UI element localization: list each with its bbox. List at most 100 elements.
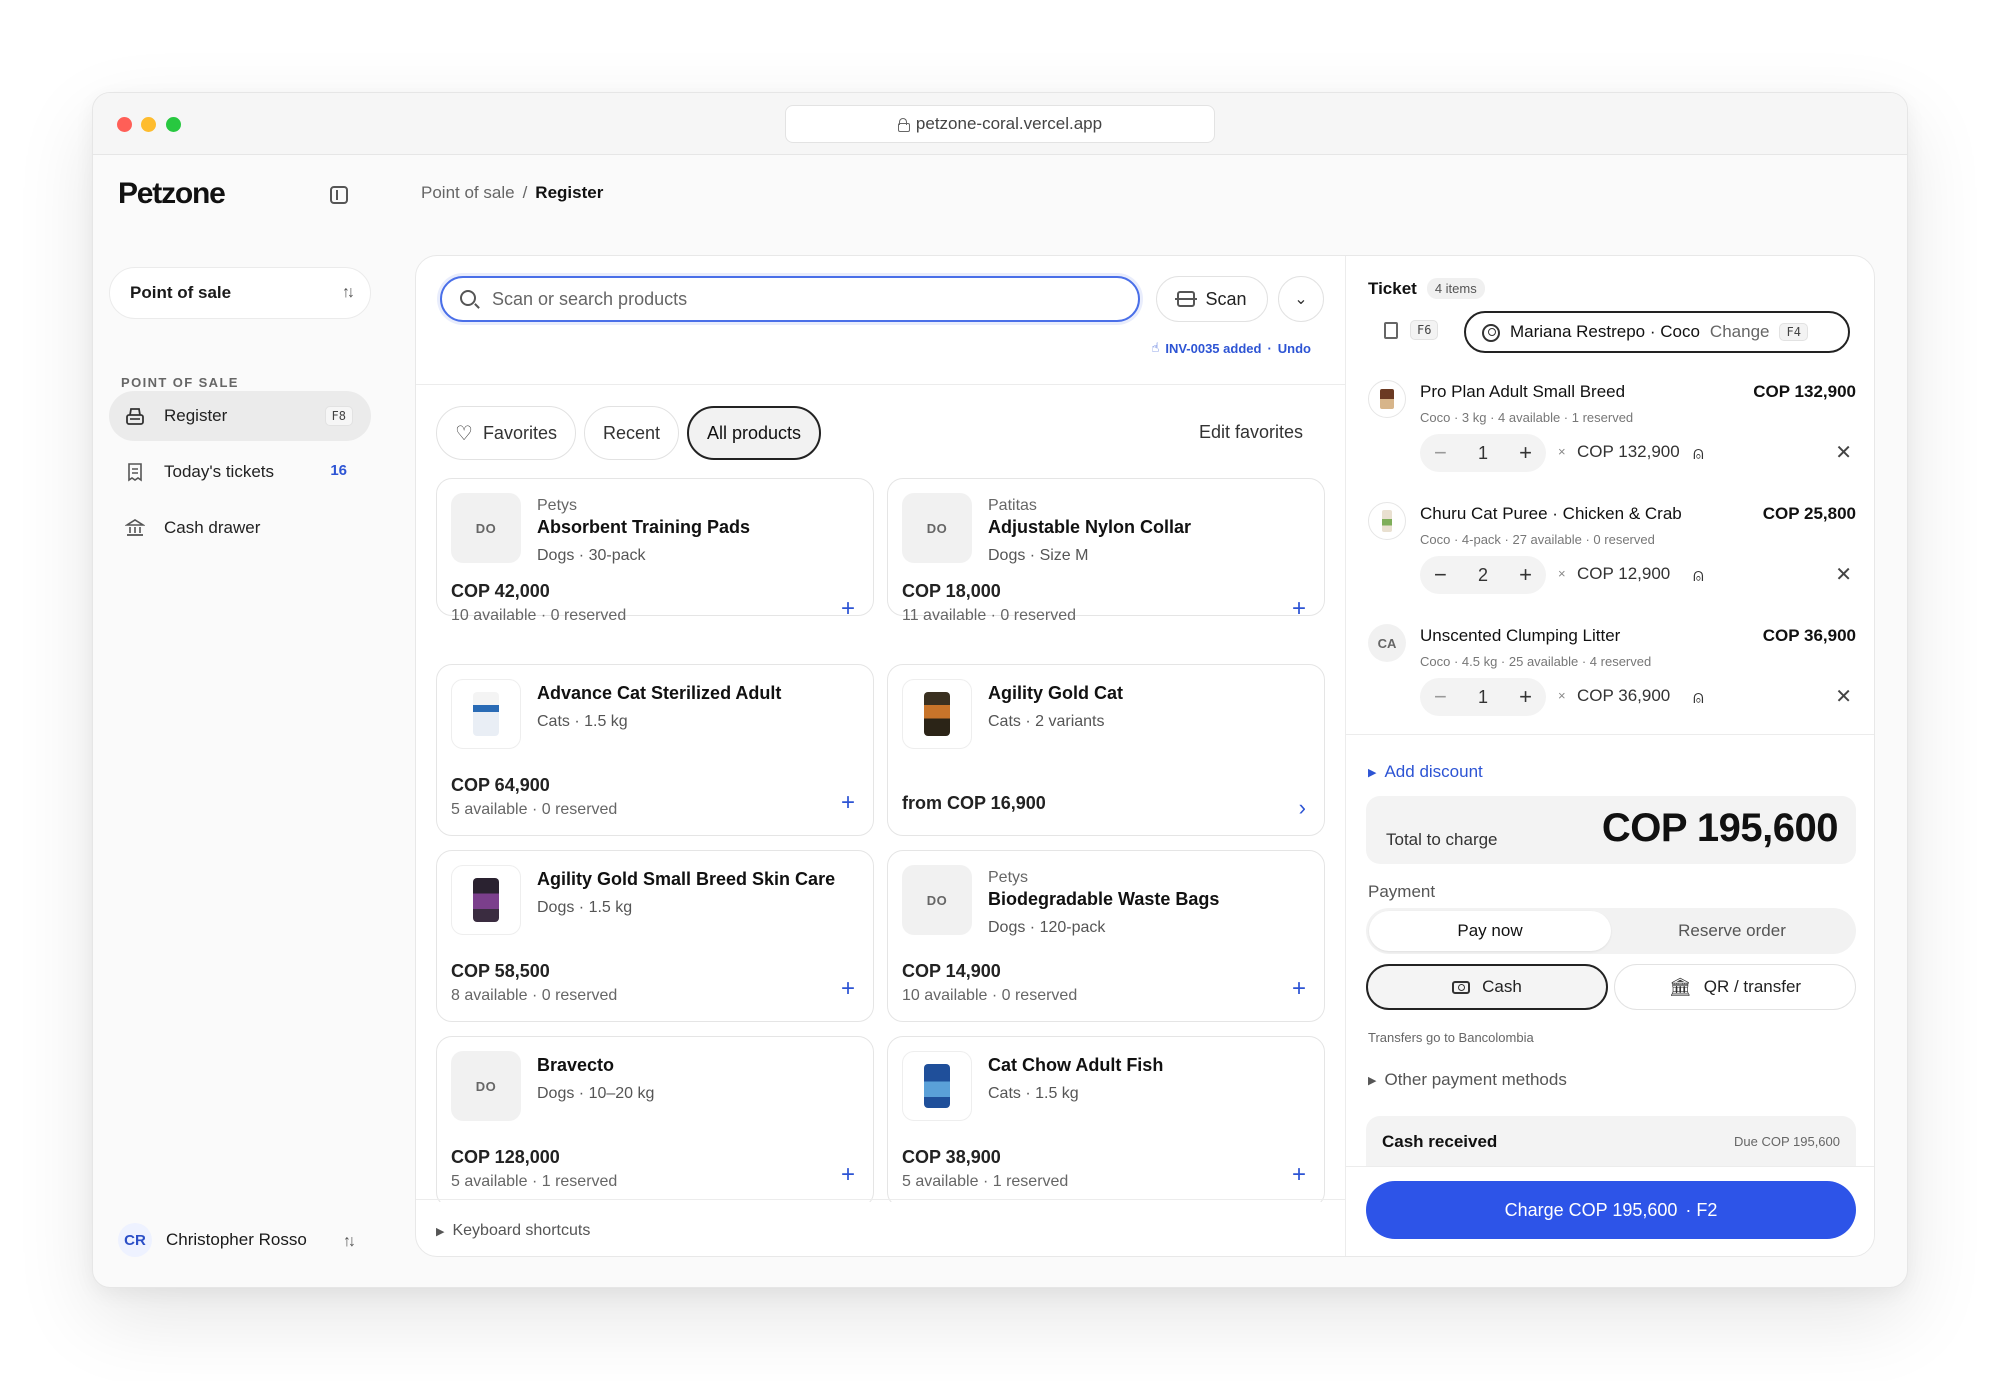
remove-line-button[interactable]: ✕ <box>1835 562 1852 587</box>
search-input[interactable] <box>492 288 1092 310</box>
add-product-icon[interactable]: + <box>841 595 855 623</box>
chevron-right-icon[interactable]: › <box>1299 795 1306 821</box>
quantity-value[interactable]: 1 <box>1478 687 1488 708</box>
line-meta: Coco · 3 kg · 4 available · 1 reserved <box>1420 410 1634 425</box>
decrease-quantity-button[interactable]: − <box>1434 684 1447 710</box>
add-product-icon[interactable]: + <box>841 789 855 817</box>
increase-quantity-button[interactable]: + <box>1519 684 1532 710</box>
multiply-sign: × <box>1558 566 1566 581</box>
add-product-icon[interactable]: + <box>1292 975 1306 1003</box>
product-thumbnail: DO <box>902 493 972 563</box>
other-payment-methods-toggle[interactable]: ▶ Other payment methods <box>1368 1070 1567 1090</box>
customer-selector[interactable]: Mariana Restrepo · Coco Change F4 <box>1464 311 1850 353</box>
price-tag-icon[interactable]: ⍝ <box>1693 687 1704 708</box>
add-product-icon[interactable]: + <box>841 1161 855 1189</box>
address-bar[interactable]: petzone-coral.vercel.app <box>785 105 1215 143</box>
product-pack-image <box>1380 389 1394 409</box>
barcode-scan-icon <box>1175 291 1198 307</box>
change-customer-link[interactable]: Change <box>1710 322 1770 342</box>
add-product-icon[interactable]: + <box>1292 1161 1306 1189</box>
product-name: Cat Chow Adult Fish <box>988 1055 1164 1075</box>
product-availability: 10 available · 0 reserved <box>902 987 1078 1004</box>
product-meta: Dogs · 120-pack <box>988 919 1106 936</box>
reserve-order-option[interactable]: Reserve order <box>1611 911 1853 951</box>
quantity-value[interactable]: 2 <box>1478 565 1488 586</box>
product-card[interactable]: Agility Gold Cat Cats · 2 variants from … <box>887 664 1325 836</box>
remove-line-button[interactable]: ✕ <box>1835 440 1852 465</box>
scan-button[interactable]: Scan <box>1156 276 1268 322</box>
transfers-note: Transfers go to Bancolombia <box>1368 1030 1534 1045</box>
nav-section-label: POINT OF SALE <box>121 375 239 390</box>
product-price: COP 58,500 <box>451 961 550 981</box>
sidebar-item-todays-tickets[interactable]: Today's tickets 16 <box>109 447 371 497</box>
product-price: COP 14,900 <box>902 961 1001 981</box>
item-count-badge: 4 items <box>1426 278 1485 299</box>
line-meta: Coco · 4-pack · 27 available · 0 reserve… <box>1420 532 1655 547</box>
cash-icon <box>1452 980 1471 994</box>
receipt-icon[interactable] <box>1384 322 1398 339</box>
increase-quantity-button[interactable]: + <box>1519 562 1532 588</box>
product-browser: Scan ⌄ ☝ INV-0035 added · Undo ♡ Favorit… <box>416 256 1346 1256</box>
tab-recent[interactable]: Recent <box>583 406 680 460</box>
toast-separator: · <box>1267 340 1272 356</box>
product-name: Adjustable Nylon Collar <box>988 517 1192 537</box>
unit-price: COP 12,900 <box>1577 564 1671 583</box>
product-image <box>902 679 972 749</box>
product-pack-image <box>924 1064 950 1108</box>
maximize-window-button[interactable] <box>166 117 181 132</box>
sidebar-item-label: Cash drawer <box>164 518 261 537</box>
product-pack-image <box>473 692 499 736</box>
keyboard-shortcuts-toggle[interactable]: ▶ Keyboard shortcuts <box>436 1222 590 1240</box>
add-product-icon[interactable]: + <box>1292 595 1306 623</box>
price-tag-icon[interactable]: ⍝ <box>1693 443 1704 464</box>
more-options-button[interactable]: ⌄ <box>1278 276 1324 322</box>
total-label: Total to charge <box>1386 830 1498 849</box>
user-menu[interactable]: CR Christopher Rosso <box>118 1223 307 1257</box>
close-window-button[interactable] <box>117 117 132 132</box>
sidebar-item-register[interactable]: Register F8 <box>109 391 371 441</box>
line-meta: Coco · 4.5 kg · 25 available · 4 reserve… <box>1420 654 1652 669</box>
increase-quantity-button[interactable]: + <box>1519 440 1532 466</box>
minimize-window-button[interactable] <box>141 117 156 132</box>
other-methods-label: Other payment methods <box>1384 1070 1567 1089</box>
edit-favorites-button[interactable]: Edit favorites <box>1199 422 1303 443</box>
quantity-stepper: − 1 + <box>1420 678 1546 716</box>
add-discount-toggle[interactable]: ▶ Add discount <box>1368 762 1483 782</box>
cash-received-label: Cash received <box>1382 1132 1498 1151</box>
cash-method-button[interactable]: Cash <box>1366 964 1608 1010</box>
charge-button[interactable]: Charge COP 195,600 · F2 <box>1366 1181 1856 1239</box>
product-meta: Cats · 1.5 kg <box>537 713 628 730</box>
breadcrumb-separator: / <box>522 183 528 202</box>
product-card[interactable]: Advance Cat Sterilized Adult Cats · 1.5 … <box>436 664 874 836</box>
product-card[interactable]: DO Patitas Adjustable Nylon Collar Dogs … <box>887 478 1325 624</box>
workspace-switcher[interactable]: Point of sale ↑↓ <box>109 267 371 319</box>
tab-all-products[interactable]: All products <box>687 406 822 460</box>
add-product-icon[interactable]: + <box>841 975 855 1003</box>
tab-favorites[interactable]: ♡ Favorites <box>436 406 576 460</box>
qr-transfer-method-button[interactable]: 🏛 QR / transfer <box>1614 964 1856 1010</box>
workspace-label: Point of sale <box>130 283 232 302</box>
product-card[interactable]: DO Petys Absorbent Training Pads Dogs · … <box>436 478 874 624</box>
product-card[interactable]: Agility Gold Small Breed Skin Care Dogs … <box>436 850 874 1022</box>
product-meta: Dogs · 10–20 kg <box>537 1085 655 1102</box>
breadcrumb-parent[interactable]: Point of sale <box>421 183 515 203</box>
payment-mode-toggle: Pay now Reserve order <box>1366 908 1856 954</box>
undo-link[interactable]: Undo <box>1278 341 1311 356</box>
customer-name: Mariana Restrepo · Coco <box>1510 322 1700 341</box>
tap-icon: ☝ <box>1151 340 1160 355</box>
product-card[interactable]: DO Petys Biodegradable Waste Bags Dogs ·… <box>887 850 1325 1022</box>
product-grid: DO Petys Absorbent Training Pads Dogs · … <box>436 478 1326 1202</box>
quantity-value[interactable]: 1 <box>1478 443 1488 464</box>
price-tag-icon[interactable]: ⍝ <box>1693 565 1704 586</box>
remove-line-button[interactable]: ✕ <box>1835 684 1852 709</box>
decrease-quantity-button[interactable]: − <box>1434 440 1447 466</box>
product-card[interactable]: Cat Chow Adult Fish Cats · 1.5 kg COP 38… <box>887 1036 1325 1202</box>
search-field[interactable] <box>440 276 1140 322</box>
sidebar-toggle-icon[interactable] <box>330 186 348 204</box>
pay-now-option[interactable]: Pay now <box>1369 911 1611 951</box>
search-icon <box>460 290 476 306</box>
swap-arrows-icon[interactable]: ↑↓ <box>343 1233 356 1251</box>
product-card[interactable]: DO Bravecto Dogs · 10–20 kg COP 128,000 … <box>436 1036 874 1202</box>
sidebar-item-cash-drawer[interactable]: Cash drawer <box>109 503 371 553</box>
decrease-quantity-button[interactable]: − <box>1434 562 1447 588</box>
